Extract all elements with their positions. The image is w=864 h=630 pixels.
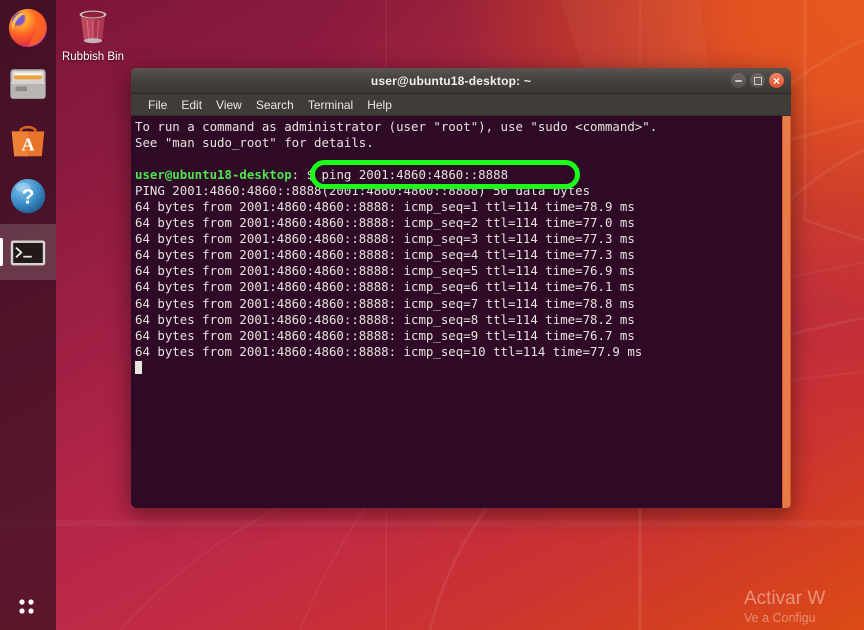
help-icon: ? — [7, 175, 49, 217]
dock-item-help[interactable]: ? — [0, 168, 56, 224]
watermark-subtitle: Ve a Configu — [744, 610, 864, 626]
dock-item-terminal[interactable] — [0, 224, 56, 280]
window-controls[interactable] — [731, 73, 791, 88]
rubbish-bin-icon — [72, 6, 114, 48]
dock-item-firefox[interactable] — [0, 0, 56, 56]
dock-item-files[interactable] — [0, 56, 56, 112]
software-center-icon: A — [7, 119, 49, 161]
close-button[interactable] — [769, 73, 784, 88]
desktop-icon-label: Rubbish Bin — [62, 50, 124, 64]
terminal-titlebar[interactable]: user@ubuntu18-desktop: ~ — [131, 68, 791, 94]
terminal-scrollbar[interactable] — [782, 116, 791, 508]
terminal-output-area[interactable]: To run a command as administrator (user … — [131, 116, 791, 508]
terminal-text: To run a command as administrator (user … — [135, 119, 791, 376]
files-icon — [7, 63, 49, 105]
minimize-button[interactable] — [731, 73, 746, 88]
menu-view[interactable]: View — [209, 96, 249, 114]
show-applications-button[interactable] — [0, 586, 56, 630]
ping-output: PING 2001:4860:4860::8888(2001:4860:4860… — [135, 183, 642, 358]
menu-file[interactable]: File — [141, 96, 174, 114]
terminal-window[interactable]: user@ubuntu18-desktop: ~ File Edit View … — [131, 68, 791, 508]
menu-edit[interactable]: Edit — [174, 96, 209, 114]
shell-command: ping 2001:4860:4860::8888 — [322, 167, 509, 182]
menu-search[interactable]: Search — [249, 96, 301, 114]
menu-help[interactable]: Help — [360, 96, 399, 114]
window-title: user@ubuntu18-desktop: ~ — [131, 74, 731, 88]
maximize-button[interactable] — [750, 73, 765, 88]
terminal-menubar[interactable]: File Edit View Search Terminal Help — [131, 94, 791, 116]
scrollbar-thumb[interactable] — [783, 116, 790, 508]
watermark-title: Activar W — [744, 587, 864, 610]
shell-prompt-colon: : — [292, 167, 299, 182]
terminal-icon — [7, 231, 49, 273]
dock-item-software[interactable]: A — [0, 112, 56, 168]
apps-grid-icon — [17, 597, 39, 619]
firefox-icon — [7, 7, 49, 49]
menu-terminal[interactable]: Terminal — [301, 96, 360, 114]
windows-activation-watermark: Activar W Ve a Configu — [744, 587, 864, 626]
desktop-icon-rubbish-bin[interactable]: Rubbish Bin — [60, 6, 126, 64]
svg-text:A: A — [21, 135, 34, 155]
shell-prompt-symbol: $ — [307, 167, 314, 182]
shell-prompt-userhost: user@ubuntu18-desktop — [135, 167, 292, 182]
svg-text:?: ? — [22, 186, 35, 209]
terminal-cursor — [135, 361, 142, 374]
ubuntu-desktop: Rubbish Bin — [0, 0, 864, 630]
shell-prompt-symbol-and-command: $ ping 2001:4860:4860::8888 — [299, 167, 508, 182]
terminal-preamble: To run a command as administrator (user … — [135, 119, 657, 150]
unity-launcher-dock[interactable]: A ? — [0, 0, 56, 630]
